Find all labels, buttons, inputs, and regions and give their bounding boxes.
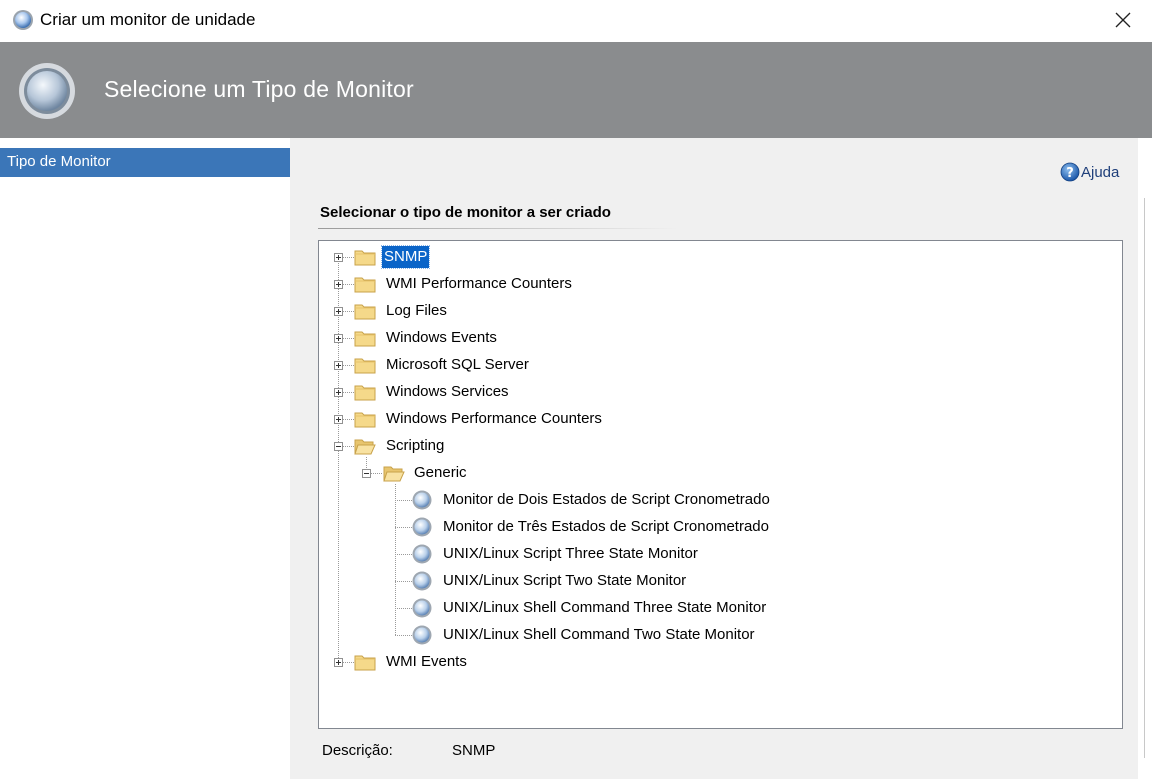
- description-label: Descrição:: [322, 742, 393, 759]
- help-link[interactable]: ? Ajuda: [1060, 162, 1119, 182]
- folder-icon: [354, 358, 376, 374]
- monitor-icon: [412, 571, 432, 591]
- tree-node-windows-events[interactable]: Windows Events: [319, 325, 1122, 351]
- right-edge: [1138, 138, 1152, 779]
- expand-icon[interactable]: [334, 415, 343, 424]
- tree-node-label: UNIX/Linux Shell Command Three State Mon…: [443, 599, 767, 616]
- section-divider: [318, 228, 678, 229]
- tree-node-label: UNIX/Linux Shell Command Two State Monit…: [443, 626, 755, 643]
- expand-icon[interactable]: [334, 280, 343, 289]
- expand-icon[interactable]: [334, 307, 343, 316]
- close-icon: [1115, 12, 1131, 28]
- folder-icon: [354, 304, 376, 320]
- folder-icon: [354, 250, 376, 266]
- monitor-icon: [412, 625, 432, 645]
- monitor-icon: [412, 544, 432, 564]
- folder-open-icon: [383, 466, 405, 482]
- window-title: Criar um monitor de unidade: [40, 10, 256, 29]
- title-bar: Criar um monitor de unidade: [0, 0, 1152, 42]
- tree-node-label: Scripting: [386, 437, 445, 454]
- help-label: Ajuda: [1081, 163, 1120, 181]
- tree-leaf-monitor[interactable]: UNIX/Linux Script Two State Monitor: [319, 568, 1122, 594]
- tree-node-label: WMI Events: [386, 653, 467, 670]
- tree-leaf-monitor[interactable]: UNIX/Linux Shell Command Three State Mon…: [319, 595, 1122, 621]
- expand-icon[interactable]: [334, 361, 343, 370]
- page-title: Selecione um Tipo de Monitor: [104, 76, 414, 102]
- collapse-icon[interactable]: [334, 442, 343, 451]
- divider: [1144, 198, 1145, 758]
- wizard-banner: Selecione um Tipo de Monitor: [0, 42, 1152, 138]
- monitor-icon: [13, 10, 33, 30]
- monitor-icon: [412, 598, 432, 618]
- monitor-type-tree[interactable]: SNMP WMI Performance Counters Log Files …: [318, 240, 1123, 729]
- tree-node-label: Generic: [414, 464, 467, 481]
- tree-leaf-monitor[interactable]: Monitor de Três Estados de Script Cronom…: [319, 514, 1122, 540]
- folder-icon: [354, 412, 376, 428]
- expand-icon[interactable]: [334, 334, 343, 343]
- svg-text:?: ?: [1066, 166, 1074, 181]
- folder-open-icon: [354, 439, 376, 455]
- tree-leaf-monitor[interactable]: Monitor de Dois Estados de Script Cronom…: [319, 487, 1122, 513]
- tree-node-label: SNMP: [380, 245, 431, 269]
- tree-node-label: Log Files: [386, 302, 447, 319]
- expand-icon[interactable]: [334, 658, 343, 667]
- tree-node-label: Monitor de Dois Estados de Script Cronom…: [443, 491, 770, 508]
- monitor-icon: [412, 517, 432, 537]
- folder-icon: [354, 331, 376, 347]
- tree-node-windows-services[interactable]: Windows Services: [319, 379, 1122, 405]
- expand-icon[interactable]: [334, 253, 343, 262]
- tree-node-label: UNIX/Linux Script Two State Monitor: [443, 572, 687, 589]
- tree-node-label: UNIX/Linux Script Three State Monitor: [443, 545, 698, 562]
- tree-node-label: WMI Performance Counters: [386, 275, 572, 292]
- tree-node-label: Monitor de Três Estados de Script Cronom…: [443, 518, 769, 535]
- tree-leaf-monitor[interactable]: UNIX/Linux Shell Command Two State Monit…: [319, 622, 1122, 648]
- wizard-steps: Tipo de Monitor: [0, 138, 290, 779]
- tree-leaf-monitor[interactable]: UNIX/Linux Script Three State Monitor: [319, 541, 1122, 567]
- description-value: SNMP: [452, 742, 496, 759]
- monitor-icon: [19, 63, 75, 119]
- folder-icon: [354, 385, 376, 401]
- tree-node-windows-performance-counters[interactable]: Windows Performance Counters: [319, 406, 1122, 432]
- tree-node-scripting[interactable]: Scripting: [319, 433, 1122, 459]
- monitor-icon: [412, 490, 432, 510]
- tree-node-log-files[interactable]: Log Files: [319, 298, 1122, 324]
- expand-icon[interactable]: [334, 388, 343, 397]
- tree-node-snmp[interactable]: SNMP: [319, 244, 1122, 270]
- tree-node-wmi-performance-counters[interactable]: WMI Performance Counters: [319, 271, 1122, 297]
- tree-node-wmi-events[interactable]: WMI Events: [319, 649, 1122, 675]
- nav-item-tipo-de-monitor[interactable]: Tipo de Monitor: [0, 148, 290, 177]
- folder-icon: [354, 655, 376, 671]
- tree-node-microsoft-sql-server[interactable]: Microsoft SQL Server: [319, 352, 1122, 378]
- main-panel: ? Ajuda Selecionar o tipo de monitor a s…: [290, 138, 1138, 779]
- section-title: Selecionar o tipo de monitor a ser criad…: [320, 204, 611, 221]
- folder-icon: [354, 277, 376, 293]
- tree-node-generic[interactable]: Generic: [319, 460, 1122, 486]
- tree-node-label: Windows Performance Counters: [386, 410, 602, 427]
- close-button[interactable]: [1100, 2, 1146, 38]
- collapse-icon[interactable]: [362, 469, 371, 478]
- tree-node-label: Windows Services: [386, 383, 509, 400]
- help-icon: ?: [1060, 162, 1080, 182]
- tree-node-label: Microsoft SQL Server: [386, 356, 529, 373]
- tree-node-label: Windows Events: [386, 329, 497, 346]
